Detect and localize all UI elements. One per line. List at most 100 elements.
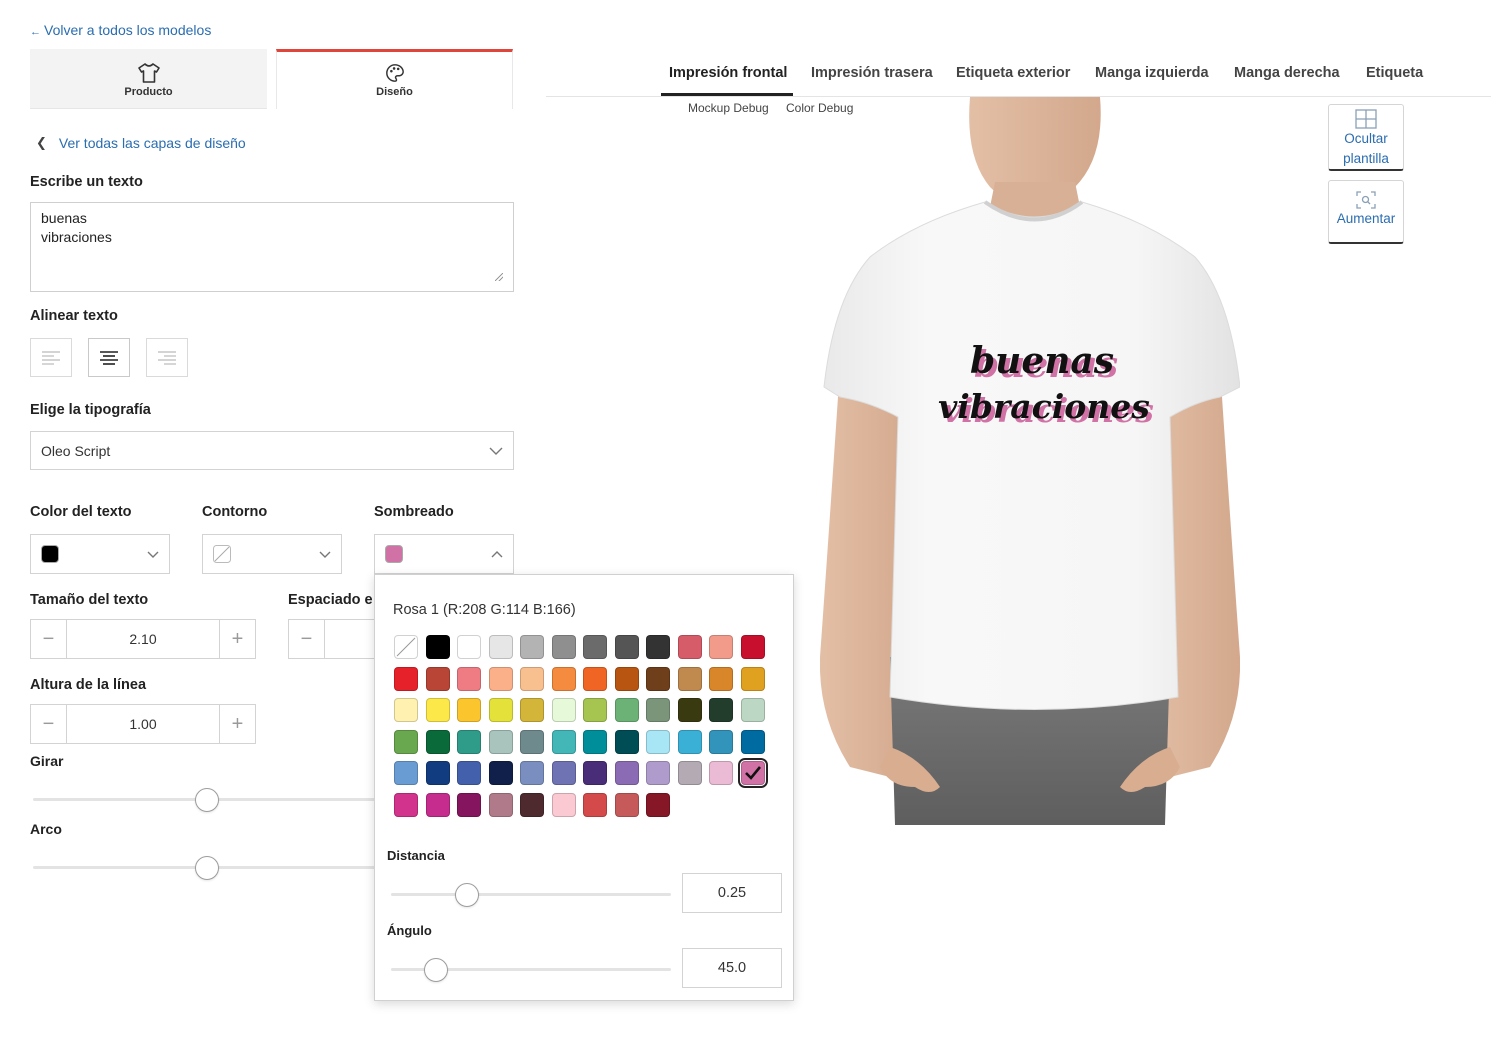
color-swatch[interactable] xyxy=(488,666,513,691)
color-swatch[interactable] xyxy=(646,666,670,691)
color-swatch[interactable] xyxy=(709,666,733,691)
color-swatch[interactable] xyxy=(551,698,576,722)
color-swatch[interactable] xyxy=(740,635,765,659)
color-swatch[interactable] xyxy=(740,698,765,722)
color-swatch[interactable] xyxy=(457,698,481,722)
distance-slider-track[interactable] xyxy=(391,893,671,896)
color-swatch[interactable] xyxy=(614,666,639,691)
color-swatch[interactable] xyxy=(394,792,418,817)
color-swatch[interactable] xyxy=(457,761,481,785)
color-swatch[interactable] xyxy=(488,761,513,785)
color-swatch[interactable] xyxy=(488,792,513,817)
color-swatch[interactable] xyxy=(551,761,576,785)
text-color-select[interactable] xyxy=(30,534,170,574)
color-swatch[interactable] xyxy=(488,729,513,754)
color-swatch[interactable] xyxy=(583,792,607,817)
color-swatch[interactable] xyxy=(551,666,576,691)
color-swatch[interactable] xyxy=(677,635,702,659)
shadow-color-select[interactable] xyxy=(374,534,514,574)
tab-back-print[interactable]: Impresión trasera xyxy=(811,65,933,81)
view-design-layers-link[interactable]: ❮ Ver todas las capas de diseño xyxy=(36,135,246,151)
tab-front-print[interactable]: Impresión frontal xyxy=(669,65,787,81)
color-swatch[interactable] xyxy=(614,761,639,785)
color-swatch[interactable] xyxy=(457,635,481,659)
mockup-debug-link[interactable]: Mockup Debug xyxy=(688,101,769,115)
color-swatch[interactable] xyxy=(614,792,639,817)
arc-slider-handle[interactable] xyxy=(195,856,219,880)
color-swatch[interactable] xyxy=(709,635,733,659)
color-swatch[interactable] xyxy=(551,729,576,754)
color-swatch[interactable] xyxy=(394,666,418,691)
color-swatch[interactable] xyxy=(520,729,544,754)
color-swatch[interactable] xyxy=(488,698,513,722)
align-right-button[interactable] xyxy=(146,338,188,377)
outline-color-select[interactable] xyxy=(202,534,342,574)
align-left-button[interactable] xyxy=(30,338,72,377)
text-size-value[interactable]: 2.10 xyxy=(66,620,220,658)
print-text-line1[interactable]: buenas xyxy=(970,340,1114,382)
color-swatch[interactable] xyxy=(583,666,607,691)
tab-design[interactable]: Diseño xyxy=(276,49,513,109)
distance-input[interactable]: 0.25 xyxy=(682,873,782,913)
color-swatch[interactable] xyxy=(583,698,607,722)
increase-size-button[interactable]: + xyxy=(220,620,255,658)
color-swatch[interactable] xyxy=(457,792,481,817)
color-swatch[interactable] xyxy=(614,698,639,722)
color-swatch[interactable] xyxy=(551,635,576,659)
color-swatch[interactable] xyxy=(646,635,670,659)
tab-right-sleeve[interactable]: Manga derecha xyxy=(1234,65,1340,81)
color-swatch[interactable] xyxy=(740,729,765,754)
color-swatch[interactable] xyxy=(614,635,639,659)
zoom-button[interactable]: Aumentar xyxy=(1328,180,1404,244)
color-swatch[interactable] xyxy=(737,758,768,788)
no-color-swatch[interactable] xyxy=(394,635,418,659)
tab-left-sleeve[interactable]: Manga izquierda xyxy=(1095,65,1209,81)
angle-input[interactable]: 45.0 xyxy=(682,948,782,988)
line-height-value[interactable]: 1.00 xyxy=(66,705,220,743)
color-swatch[interactable] xyxy=(646,698,670,722)
color-swatch[interactable] xyxy=(425,698,450,722)
color-swatch[interactable] xyxy=(520,792,544,817)
color-swatch[interactable] xyxy=(425,666,450,691)
color-swatch[interactable] xyxy=(551,792,576,817)
decrease-line-height-button[interactable]: − xyxy=(31,705,66,743)
text-input[interactable]: buenas vibraciones xyxy=(30,202,514,292)
color-swatch[interactable] xyxy=(520,761,544,785)
color-swatch[interactable] xyxy=(394,698,418,722)
increase-line-height-button[interactable]: + xyxy=(220,705,255,743)
back-to-models-link[interactable]: ← Volver a todos los modelos xyxy=(30,22,211,38)
color-swatch[interactable] xyxy=(646,792,670,817)
color-swatch[interactable] xyxy=(677,698,702,722)
color-swatch[interactable] xyxy=(488,635,513,659)
hide-template-button[interactable]: Ocultar plantilla xyxy=(1328,104,1404,171)
angle-slider-handle[interactable] xyxy=(423,958,448,982)
align-center-button[interactable] xyxy=(88,338,130,377)
rotate-slider-handle[interactable] xyxy=(195,788,219,812)
color-swatch[interactable] xyxy=(520,635,544,659)
color-swatch[interactable] xyxy=(677,761,702,785)
color-swatch[interactable] xyxy=(709,729,733,754)
decrease-spacing-button[interactable]: − xyxy=(289,620,324,658)
font-select[interactable]: Oleo Script xyxy=(30,431,514,470)
color-swatch[interactable] xyxy=(394,761,418,785)
tab-label[interactable]: Etiqueta xyxy=(1366,65,1423,81)
color-swatch[interactable] xyxy=(583,761,607,785)
color-swatch[interactable] xyxy=(520,698,544,722)
color-swatch[interactable] xyxy=(425,635,450,659)
color-swatch[interactable] xyxy=(457,666,481,691)
color-swatch[interactable] xyxy=(740,666,765,691)
color-swatch[interactable] xyxy=(646,761,670,785)
color-swatch[interactable] xyxy=(614,729,639,754)
color-swatch[interactable] xyxy=(677,729,702,754)
tab-outside-label[interactable]: Etiqueta exterior xyxy=(956,65,1070,81)
color-swatch[interactable] xyxy=(457,729,481,754)
color-swatch[interactable] xyxy=(394,729,418,754)
color-swatch[interactable] xyxy=(677,666,702,691)
tab-product[interactable]: Producto xyxy=(30,49,267,109)
color-swatch[interactable] xyxy=(425,792,450,817)
color-swatch[interactable] xyxy=(520,666,544,691)
decrease-size-button[interactable]: − xyxy=(31,620,66,658)
color-swatch[interactable] xyxy=(709,698,733,722)
color-swatch[interactable] xyxy=(583,729,607,754)
color-swatch[interactable] xyxy=(583,635,607,659)
